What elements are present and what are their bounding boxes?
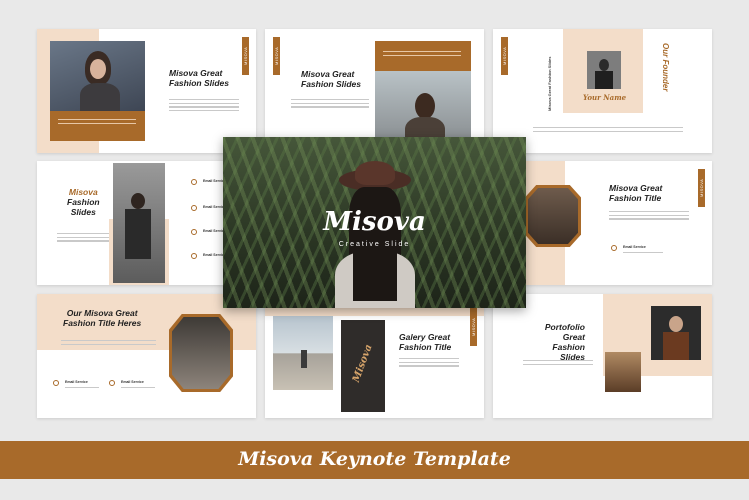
location-icon [611, 245, 617, 251]
misova-logo-card: Misova [341, 320, 385, 412]
slide-title: Portofolio Great Fashion Slides [544, 322, 585, 362]
side-vertical-text: Misova Great Fashion Slides [547, 56, 552, 111]
body-text-lines [291, 99, 369, 110]
slide-thumbnail-9[interactable]: Portofolio Great Fashion Slides [493, 294, 712, 418]
woman-doorway-photo [169, 314, 233, 392]
slide-title: Misova Great Fashion Slides [169, 68, 229, 88]
body-text-lines [169, 99, 239, 114]
slide-title: Misova Great Fashion Title [609, 183, 663, 203]
founder-heading: Our Founder [661, 43, 670, 92]
founder-name: Your Name [583, 93, 627, 102]
slide-thumbnail-3[interactable]: MISOVA Misova Great Fashion Slides Your … [493, 29, 712, 153]
beach-photo [273, 316, 333, 390]
slide-thumbnail-7[interactable]: Our Misova Great Fashion Title Heres Emai… [37, 294, 256, 418]
caption-box [50, 111, 145, 141]
service-label: Email Service [65, 380, 88, 384]
phone-icon [191, 253, 197, 259]
card-logo: Misova [350, 343, 375, 384]
body-text-lines [533, 127, 683, 134]
location-icon [191, 179, 197, 185]
slide-thumbnail-1[interactable]: Misova Great Fashion Slides MISOVA [37, 29, 256, 153]
phone-icon [109, 380, 115, 386]
slide-title: Galery Great Fashion Title [399, 332, 452, 352]
brand-tab: MISOVA [273, 37, 280, 75]
portfolio-photo-large [651, 306, 701, 360]
body-text-lines [57, 233, 117, 244]
brand-tab: MISOVA [242, 37, 249, 75]
woman-scarf-photo [525, 185, 581, 247]
woman-window-photo [113, 163, 165, 283]
hero-logo: Misova [323, 207, 426, 237]
banner-title: Misova Keynote Template [238, 448, 511, 470]
body-text-lines [609, 211, 689, 222]
brand-tab: MISOVA [501, 37, 508, 75]
woman-sky-photo [375, 71, 471, 141]
body-text-lines [61, 340, 156, 347]
slide-thumbnail-8[interactable]: Misova Galery Great Fashion Title MISOVA [265, 294, 484, 418]
body-text-lines [399, 358, 459, 369]
service-label: Email Service [623, 245, 646, 249]
chat-icon [191, 205, 197, 211]
slide-thumbnail-2[interactable]: MISOVA Misova Great Fashion Slides [265, 29, 484, 153]
slide-title: Misova Fashion Slides [67, 187, 100, 217]
woman-portrait-photo [50, 41, 145, 111]
brand-tab: MISOVA [698, 169, 705, 207]
body-text-lines [523, 360, 593, 367]
brand-tab: MISOVA [470, 308, 477, 346]
caption-box [375, 41, 471, 71]
slide-title: Our Misova Great Fashion Title Heres [63, 308, 142, 328]
slide-title: Misova Great Fashion Slides [301, 69, 361, 89]
location-icon [191, 229, 197, 235]
portfolio-photo-small [605, 352, 641, 392]
founder-photo [587, 51, 621, 89]
hero-slide[interactable]: Misova Creative Slide [223, 137, 526, 308]
location-icon [53, 380, 59, 386]
hero-subtitle: Creative Slide [338, 241, 411, 248]
service-label: Email Service [121, 380, 144, 384]
